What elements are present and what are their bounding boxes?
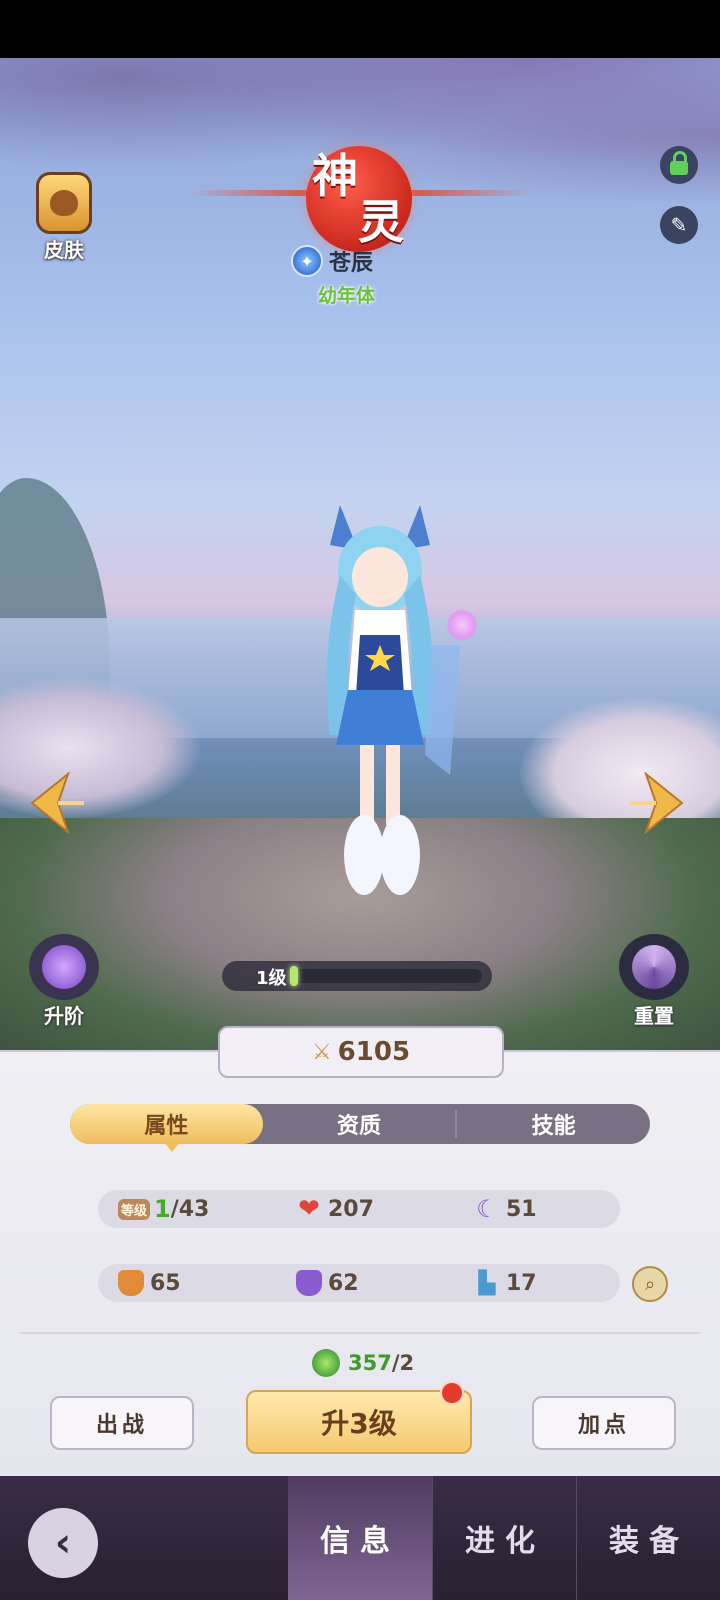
magic-defense-value: 62 — [328, 1270, 359, 1296]
level-badge: 等级 — [118, 1198, 151, 1220]
stat-speed: ▙ 17 — [474, 1264, 537, 1302]
boot-icon: ▙ — [478, 1270, 496, 1296]
exp-current: 357 — [348, 1351, 392, 1375]
skin-card-icon — [36, 172, 92, 234]
stat-row-2: 65 62 ▙ 17 — [98, 1264, 620, 1302]
magic-shield-icon — [296, 1270, 322, 1296]
nav-tab-info[interactable]: 信息 — [288, 1476, 432, 1600]
reset-label: 重置 — [634, 1004, 674, 1028]
hp-value: 207 — [328, 1196, 374, 1222]
speed-value: 17 — [506, 1270, 537, 1296]
ascend-label: 升阶 — [44, 1004, 84, 1028]
stat-attack: ☾ 51 — [474, 1190, 537, 1228]
add-points-button[interactable]: 加点 — [532, 1396, 676, 1450]
level-progress-fill — [290, 966, 298, 986]
stat-level: 等级 1 /43 — [118, 1190, 209, 1228]
combat-power: ⚔ 6105 — [218, 1026, 504, 1078]
magnify-icon[interactable]: ⌕ — [632, 1266, 668, 1302]
nav-tab-equipment[interactable]: 装备 — [576, 1476, 720, 1600]
back-arrow-icon[interactable]: ‹ — [28, 1508, 98, 1578]
rarity-char-2: 灵 — [358, 195, 404, 249]
exp-orb-icon — [312, 1349, 340, 1377]
power-value: 6105 — [337, 1037, 411, 1067]
attack-value: 51 — [506, 1196, 537, 1222]
stat-row-1: 等级 1 /43 ❤ 207 ☾ 51 — [98, 1190, 620, 1228]
shield-icon — [118, 1270, 144, 1296]
battle-button[interactable]: 出战 — [50, 1396, 194, 1450]
sword-icon: ⚔ — [311, 1039, 332, 1065]
defense-value: 65 — [150, 1270, 181, 1296]
unlock-icon[interactable] — [660, 146, 698, 184]
level-progress-bar: 1级 — [222, 961, 492, 991]
water-element-icon: ✦ — [291, 245, 323, 277]
level-current: 1 — [154, 1195, 171, 1223]
exp-max: /2 — [391, 1351, 415, 1375]
next-pet-arrow-icon[interactable] — [628, 772, 688, 834]
level-progress-track — [292, 969, 482, 983]
stat-hp: ❤ 207 — [296, 1190, 374, 1228]
notification-dot — [440, 1381, 464, 1405]
prev-pet-arrow-icon[interactable] — [26, 772, 86, 834]
tab-skills[interactable]: 技能 — [457, 1104, 650, 1144]
claw-icon: ☾ — [476, 1195, 498, 1223]
level-max: /43 — [170, 1196, 210, 1222]
status-bar — [0, 0, 720, 58]
stat-magic-defense: 62 — [296, 1264, 359, 1302]
exp-row: 357 /2 — [312, 1346, 414, 1380]
heart-icon: ❤ — [298, 1194, 320, 1224]
ascend-icon — [29, 934, 99, 1000]
rarity-char-1: 神 — [312, 149, 358, 203]
pet-character[interactable] — [300, 495, 460, 905]
skin-button[interactable]: 皮肤 — [26, 172, 102, 262]
detail-tabs: 属性 资质 技能 — [70, 1104, 650, 1144]
pet-name-row: ✦ 苍辰 — [291, 244, 373, 278]
tab-attributes[interactable]: 属性 — [70, 1104, 263, 1144]
brush-icon[interactable]: ✎ — [660, 206, 698, 244]
level-label: 1级 — [256, 968, 287, 989]
stat-defense: 65 — [118, 1264, 181, 1302]
pet-stage: 幼年体 — [318, 285, 376, 307]
upgrade-button[interactable]: 升3级 — [246, 1390, 472, 1454]
reset-button[interactable]: 重置 — [612, 934, 696, 1028]
divider — [20, 1332, 700, 1334]
ascend-button[interactable]: 升阶 — [22, 934, 106, 1028]
tab-pointer — [164, 1142, 180, 1152]
skin-label: 皮肤 — [44, 238, 84, 262]
pet-name: 苍辰 — [329, 251, 374, 276]
reset-icon — [619, 934, 689, 1000]
tab-aptitude[interactable]: 资质 — [263, 1104, 456, 1144]
nav-tab-evolve[interactable]: 进化 — [432, 1476, 577, 1600]
